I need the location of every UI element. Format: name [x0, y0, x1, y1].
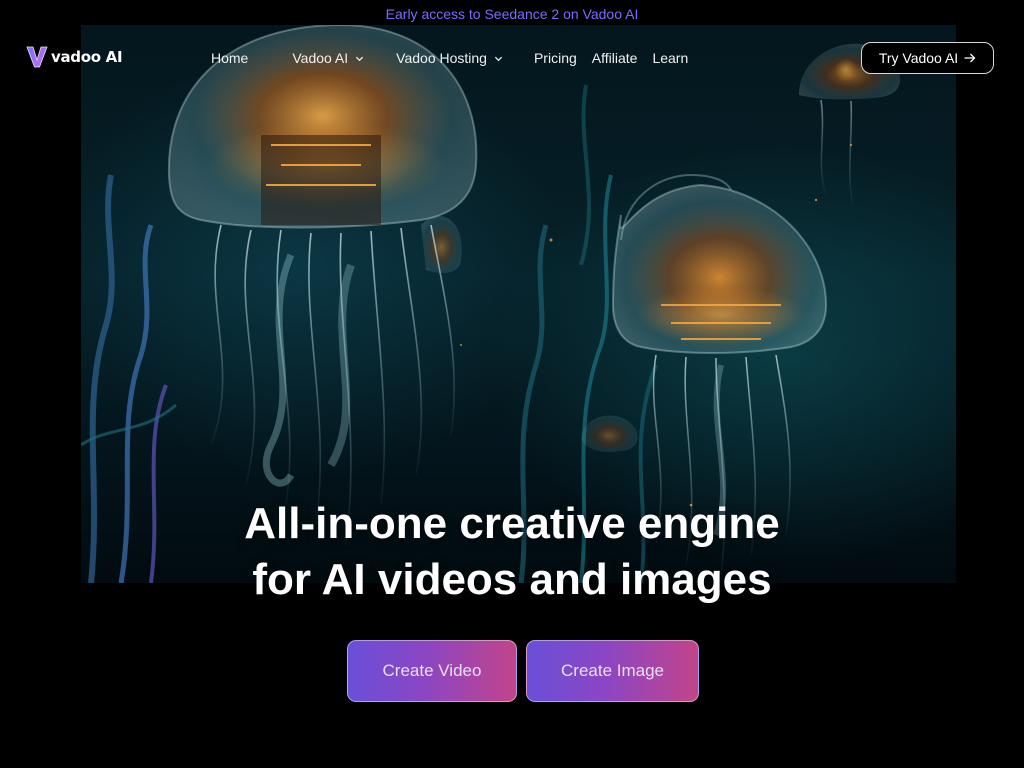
nav-vadoo-ai-label: Vadoo AI: [292, 50, 349, 66]
nav-vadoo-hosting[interactable]: Vadoo Hosting: [396, 50, 503, 66]
nav-vadoo-ai[interactable]: Vadoo AI: [292, 50, 364, 66]
create-video-button[interactable]: Create Video: [347, 640, 517, 702]
nav-vadoo-hosting-label: Vadoo Hosting: [396, 50, 487, 66]
create-image-button[interactable]: Create Image: [526, 640, 699, 702]
nav-learn-label: Learn: [652, 50, 689, 66]
headline-line-2: for AI videos and images: [252, 555, 772, 604]
large-jellyfish: [167, 25, 478, 546]
logo[interactable]: vadoo AI: [26, 45, 123, 69]
logo-text: vadoo AI: [51, 48, 123, 66]
nav-pricing-label: Pricing: [533, 50, 577, 66]
headline-line-1: All-in-one creative engine: [244, 499, 780, 548]
chevron-down-icon: [494, 56, 503, 61]
try-vadoo-ai-label: Try Vadoo AI: [878, 50, 959, 66]
site-header: vadoo AI Home Vadoo AI Vadoo Hosting Pri…: [0, 38, 1024, 82]
v-logo-icon: [26, 46, 48, 68]
announcement-link[interactable]: Early access to Seedance 2 on Vadoo AI: [386, 6, 639, 22]
landing-page: Early access to Seedance 2 on Vadoo AI v…: [0, 0, 1024, 768]
create-video-label: Create Video: [382, 661, 482, 680]
nav-pricing[interactable]: Pricing: [534, 50, 577, 66]
nav-learn[interactable]: Learn: [652, 50, 688, 66]
try-vadoo-ai-button[interactable]: Try Vadoo AI: [861, 42, 994, 74]
announcement-bar: Early access to Seedance 2 on Vadoo AI: [0, 6, 1024, 22]
chevron-down-icon: [356, 56, 364, 61]
nav-affiliate[interactable]: Affiliate: [592, 50, 638, 66]
main-nav: Home Vadoo AI Vadoo Hosting Pricing Affi…: [211, 50, 688, 66]
nav-affiliate-label: Affiliate: [591, 50, 638, 66]
nav-home[interactable]: Home: [211, 50, 248, 66]
hero-headline: All-in-one creative engine for AI videos…: [0, 496, 1024, 608]
small-jellyfish: [581, 415, 638, 452]
arrow-right-icon: [964, 53, 976, 63]
nav-home-label: Home: [211, 50, 249, 66]
create-image-label: Create Image: [561, 661, 664, 680]
